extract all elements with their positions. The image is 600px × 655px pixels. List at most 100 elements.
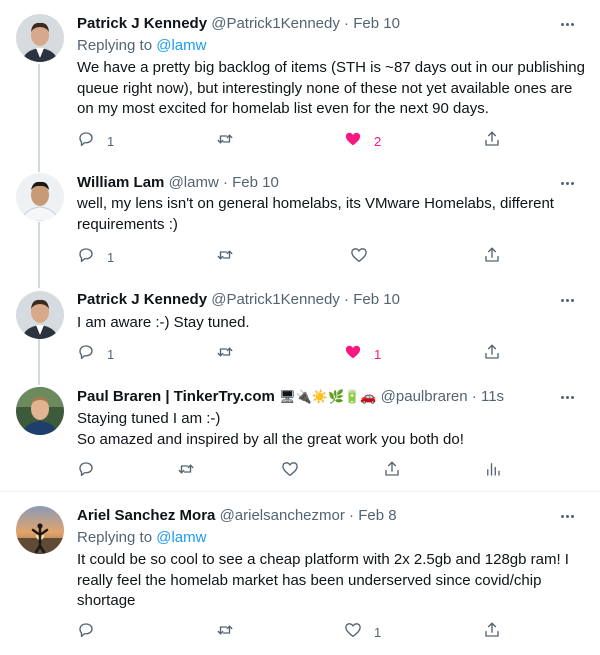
reply-button[interactable]: 1 bbox=[77, 342, 114, 366]
reply-icon bbox=[77, 130, 95, 153]
retweet-icon bbox=[216, 246, 234, 269]
mention-link[interactable]: @lamw bbox=[156, 37, 206, 54]
tweet-text-line: So amazed and inspired by all the great … bbox=[77, 430, 464, 448]
retweet-button[interactable] bbox=[216, 620, 234, 644]
tweet-actions: 1 bbox=[0, 620, 600, 644]
share-icon bbox=[383, 460, 401, 483]
separator-dot: · bbox=[222, 174, 228, 191]
mention-link[interactable]: @lamw bbox=[156, 529, 206, 546]
avatar[interactable] bbox=[16, 173, 64, 221]
more-icon[interactable] bbox=[554, 387, 580, 407]
like-icon bbox=[344, 343, 362, 366]
replying-to: Replying to @lamw bbox=[77, 528, 206, 548]
tweet[interactable]: Paul Braren | TinkerTry.com 🖥🔌☀️🌿🔋🚗 @pau… bbox=[0, 379, 600, 491]
reply-button[interactable]: 1 bbox=[77, 245, 114, 269]
like-count: 1 bbox=[374, 624, 382, 640]
like-button[interactable]: 1 bbox=[344, 342, 381, 366]
tweet-timestamp[interactable]: Feb 10 bbox=[353, 291, 400, 308]
reply-count: 1 bbox=[107, 346, 115, 362]
more-icon[interactable] bbox=[554, 173, 580, 193]
tweet-text: Staying tuned I am :-) So amazed and ins… bbox=[77, 409, 585, 450]
tweet-actions: 1 bbox=[0, 245, 600, 269]
like-icon bbox=[281, 460, 299, 483]
like-count: 1 bbox=[374, 346, 382, 362]
more-icon[interactable] bbox=[554, 14, 580, 34]
share-icon bbox=[483, 621, 501, 644]
author-handle[interactable]: @arielsanchezmor bbox=[220, 507, 345, 524]
share-button[interactable] bbox=[383, 459, 401, 483]
avatar[interactable] bbox=[16, 291, 64, 339]
more-icon[interactable] bbox=[554, 290, 580, 310]
tweet-text: We have a pretty big backlog of items (S… bbox=[77, 59, 585, 117]
reply-button[interactable] bbox=[77, 459, 95, 483]
separator-dot: · bbox=[344, 291, 350, 308]
tweet[interactable]: Patrick J Kennedy @Patrick1Kennedy · Feb… bbox=[0, 283, 600, 379]
reply-icon bbox=[77, 343, 95, 366]
separator-dot: · bbox=[344, 15, 350, 32]
analytics-button[interactable] bbox=[484, 459, 502, 483]
retweet-icon bbox=[177, 460, 195, 483]
replying-to-label: Replying to bbox=[77, 529, 157, 546]
share-icon bbox=[483, 130, 501, 153]
retweet-icon bbox=[216, 343, 234, 366]
replying-to: Replying to @lamw bbox=[77, 36, 206, 56]
avatar[interactable] bbox=[16, 14, 64, 62]
share-button[interactable] bbox=[483, 620, 501, 644]
share-icon bbox=[483, 343, 501, 366]
reply-count: 1 bbox=[107, 133, 115, 149]
separator-dot: · bbox=[349, 507, 355, 524]
author-name[interactable]: Patrick J Kennedy bbox=[77, 15, 207, 32]
like-count: 2 bbox=[374, 133, 382, 149]
author-name[interactable]: Ariel Sanchez Mora bbox=[77, 507, 215, 524]
like-icon bbox=[344, 130, 362, 153]
tweet-actions bbox=[0, 459, 600, 483]
analytics-icon bbox=[484, 460, 502, 483]
share-button[interactable] bbox=[483, 245, 501, 269]
tweet[interactable]: Patrick J Kennedy @Patrick1Kennedy · Feb… bbox=[0, 0, 600, 165]
separator-dot: · bbox=[471, 388, 477, 405]
tweet-actions: 1 1 bbox=[0, 342, 600, 366]
like-icon bbox=[344, 621, 362, 644]
tweet-timestamp[interactable]: Feb 8 bbox=[358, 507, 396, 524]
retweet-button[interactable] bbox=[216, 245, 234, 269]
avatar[interactable] bbox=[16, 387, 64, 435]
like-icon bbox=[350, 246, 368, 269]
author-name[interactable]: Patrick J Kennedy bbox=[77, 291, 207, 308]
reply-icon bbox=[77, 621, 95, 644]
reply-button[interactable] bbox=[77, 620, 95, 644]
retweet-icon bbox=[216, 130, 234, 153]
retweet-button[interactable] bbox=[216, 129, 234, 153]
reply-icon bbox=[77, 460, 95, 483]
author-name[interactable]: William Lam bbox=[77, 174, 164, 191]
like-button[interactable]: 2 bbox=[344, 129, 381, 153]
retweet-button[interactable] bbox=[177, 459, 195, 483]
more-icon[interactable] bbox=[554, 506, 580, 526]
tweet[interactable]: Ariel Sanchez Mora @arielsanchezmor · Fe… bbox=[0, 492, 600, 655]
author-handle[interactable]: @Patrick1Kennedy bbox=[211, 15, 340, 32]
replying-to-label: Replying to bbox=[77, 37, 157, 54]
author-handle[interactable]: @Patrick1Kennedy bbox=[211, 291, 340, 308]
author-handle[interactable]: @lamw bbox=[169, 174, 219, 191]
retweet-button[interactable] bbox=[216, 342, 234, 366]
avatar[interactable] bbox=[16, 506, 64, 554]
reply-button[interactable]: 1 bbox=[77, 129, 114, 153]
tweet-timestamp[interactable]: 11s bbox=[481, 388, 504, 405]
name-emoji: 🖥🔌☀️🌿🔋🚗 bbox=[279, 390, 377, 405]
reply-icon bbox=[77, 246, 95, 269]
share-button[interactable] bbox=[483, 129, 501, 153]
share-icon bbox=[483, 246, 501, 269]
author-name[interactable]: Paul Braren | TinkerTry.com bbox=[77, 388, 275, 405]
reply-count: 1 bbox=[107, 249, 115, 265]
author-handle[interactable]: @paulbraren bbox=[381, 388, 468, 405]
like-button[interactable] bbox=[281, 459, 299, 483]
tweet-text: I am aware :-) Stay tuned. bbox=[77, 314, 250, 331]
like-button[interactable] bbox=[350, 245, 368, 269]
tweet-text-line: Staying tuned I am :-) bbox=[77, 410, 221, 427]
tweet-text: It could be so cool to see a cheap platf… bbox=[77, 551, 569, 609]
tweet-timestamp[interactable]: Feb 10 bbox=[353, 15, 400, 32]
like-button[interactable]: 1 bbox=[344, 620, 381, 644]
share-button[interactable] bbox=[483, 342, 501, 366]
tweet[interactable]: William Lam @lamw · Feb 10 well, my lens… bbox=[0, 165, 600, 283]
tweet-timestamp[interactable]: Feb 10 bbox=[232, 174, 279, 191]
tweet-actions: 1 2 bbox=[0, 129, 600, 153]
